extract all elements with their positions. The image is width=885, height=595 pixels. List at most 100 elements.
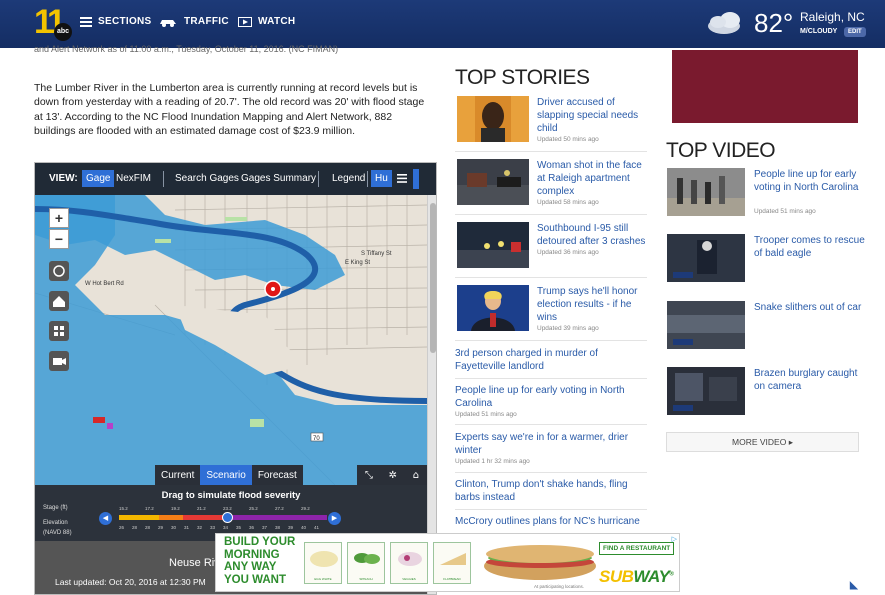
ad-choices-icon[interactable]: ▷ (672, 535, 677, 543)
elevation-tick: 28 (145, 525, 151, 530)
flood-map-widget: VIEW: Gage NexFIM Search Gages Gages Sum… (34, 162, 437, 595)
find-restaurant-button[interactable]: FIND A RESTAURANT (599, 542, 675, 555)
story-title[interactable]: Woman shot in the face at Raleigh apartm… (537, 159, 647, 198)
slider-prev-button[interactable]: ◀ (99, 512, 112, 525)
zoom-in-button[interactable]: + (49, 208, 69, 228)
nav-sections[interactable]: SECTIONS (80, 16, 152, 27)
station-logo[interactable]: 11 abc (34, 3, 74, 41)
home-small-icon[interactable]: ⌂ (413, 470, 419, 481)
elevation-tick: 38 (275, 525, 281, 530)
elevation-tick: 26 (119, 525, 125, 530)
story-title[interactable]: People line up for early voting in North… (455, 384, 650, 410)
gage-marker-dot (271, 287, 275, 291)
toolbar-divider (163, 171, 164, 187)
story-text-item[interactable]: Clinton, Trump don't shake hands, fling … (455, 478, 650, 504)
story-updated: Updated 50 mins ago (537, 136, 599, 143)
ad-card[interactable]: SPINACH (347, 542, 385, 584)
nav-traffic[interactable]: TRAFFIC (158, 16, 229, 27)
weather-widget[interactable]: 82° Raleigh, NC M/CLOUDY EDIT (754, 6, 866, 42)
video-camera-icon (53, 358, 66, 365)
video-thumbnail (667, 234, 745, 282)
toolbar-search-gages[interactable]: Search Gages (175, 173, 239, 184)
ad-card-caption: EGG WHITE (314, 577, 332, 581)
home-icon (53, 296, 65, 307)
story-text-item[interactable]: 3rd person charged in murder of Fayettev… (455, 347, 650, 373)
video-thumbnail (667, 168, 745, 216)
stage-tick: 17.2 (145, 506, 154, 511)
video-title[interactable]: People line up for early voting in North… (754, 168, 866, 194)
map-canvas[interactable]: E King St S Tiffany St W Hot Bert Rd 70 … (35, 195, 427, 485)
nav-watch[interactable]: WATCH (238, 16, 295, 27)
video-title[interactable]: Snake slithers out of car (754, 301, 866, 314)
story-text-item[interactable]: People line up for early voting in North… (455, 384, 650, 419)
story-title[interactable]: Driver accused of slapping special needs… (537, 96, 647, 135)
collapse-icon[interactable]: ⤡ (365, 470, 373, 481)
weather-edit-button[interactable]: EDIT (844, 27, 866, 37)
sandwich-image (484, 545, 596, 580)
story-updated: Updated 58 mins ago (537, 199, 599, 206)
divider (455, 151, 647, 152)
elevation-tick: 33 (210, 525, 216, 530)
elevation-tick: 30 (171, 525, 177, 530)
subway-ad[interactable]: BUILD YOUR MORNING ANY WAY YOU WANT EGG … (215, 533, 680, 592)
story-title[interactable]: Clinton, Trump don't shake hands, fling … (455, 478, 650, 504)
story-text-item[interactable]: McCrory outlines plans for NC's hurrican… (455, 515, 650, 528)
story-title[interactable]: 3rd person charged in murder of Fayettev… (455, 347, 650, 373)
tab-current[interactable]: Current (155, 465, 201, 486)
article-caption: and Alert Network as of 11:00 a.m., Tues… (34, 44, 339, 54)
toolbar-divider (318, 171, 319, 187)
story-thumbnail (457, 222, 529, 268)
zoom-out-button[interactable]: − (49, 229, 69, 249)
flooded-building (93, 417, 105, 423)
subway-logo: SUBWAY® (599, 567, 674, 587)
article-paragraph: The Lumber River in the Lumberton area i… (34, 82, 425, 137)
story-title[interactable]: Trump says he'll honor election results … (537, 285, 647, 324)
ad-card-caption: FLATBREAD (443, 577, 461, 581)
ad-card[interactable]: VEGGIES (390, 542, 428, 584)
tab-forecast[interactable]: Forecast (251, 465, 303, 486)
elevation-tick: 31 (184, 525, 190, 530)
story-title[interactable]: Experts say we're in for a warmer, drier… (455, 431, 650, 457)
locate-icon (53, 265, 65, 277)
top-stories-heading: TOP STORIES (455, 66, 590, 89)
slider-knob[interactable] (222, 512, 234, 523)
basemap-button[interactable] (49, 321, 69, 341)
route-label: 70 (313, 436, 320, 442)
elevation-tick: 36 (249, 525, 255, 530)
cloud-icon (708, 12, 740, 34)
top-video-heading: TOP VIDEO (666, 139, 776, 162)
toolbar-gage[interactable]: Gage (82, 170, 115, 187)
story-updated: Updated 36 mins ago (537, 249, 599, 256)
video-title[interactable]: Brazen burglary caught on camera (754, 367, 866, 393)
video-title[interactable]: Trooper comes to rescue of bald eagle (754, 234, 866, 260)
settings-icon[interactable]: ✲ (389, 470, 397, 481)
slider-next-button[interactable]: ▶ (328, 512, 341, 525)
ad-card[interactable]: EGG WHITE (304, 542, 342, 584)
tab-scenario[interactable]: Scenario (200, 465, 252, 486)
toolbar-scroll-indicator (413, 169, 419, 189)
elevation-tick: 32 (197, 525, 203, 530)
locate-button[interactable] (49, 261, 69, 281)
story-title[interactable]: McCrory outlines plans for NC's hurrican… (455, 515, 650, 528)
toolbar-nexfim[interactable]: NexFIM (116, 173, 151, 184)
more-video-button[interactable]: MORE VIDEO ▸ (666, 432, 859, 452)
divider (455, 340, 647, 341)
home-button[interactable] (49, 291, 69, 311)
story-text-item[interactable]: Experts say we're in for a warmer, drier… (455, 431, 650, 466)
video-updated: Updated 51 mins ago (754, 208, 816, 215)
story-title[interactable]: Southbound I-95 still detoured after 3 c… (537, 222, 647, 248)
page: 11 abc SECTIONS TRAFFIC WATCH 82° Raleig… (0, 0, 885, 595)
story-updated: Updated 39 mins ago (537, 325, 599, 332)
camera-button[interactable] (49, 351, 69, 371)
scroll-thumb[interactable] (430, 203, 436, 353)
ad-card[interactable]: FLATBREAD (433, 542, 471, 584)
ad-card-caption: VEGGIES (402, 577, 416, 581)
ad-disclaimer: At participating locations. (534, 584, 585, 589)
toolbar-hurricane[interactable]: Hu (371, 170, 392, 187)
toolbar-legend[interactable]: Legend (332, 173, 365, 184)
street-label: W Hot Bert Rd (85, 281, 124, 287)
map-menu-icon[interactable] (397, 174, 407, 183)
display-ad[interactable] (672, 50, 858, 123)
map-toolbar: VIEW: Gage NexFIM Search Gages Gages Sum… (35, 163, 436, 195)
toolbar-gages-summary[interactable]: Gages Summary (241, 173, 316, 184)
